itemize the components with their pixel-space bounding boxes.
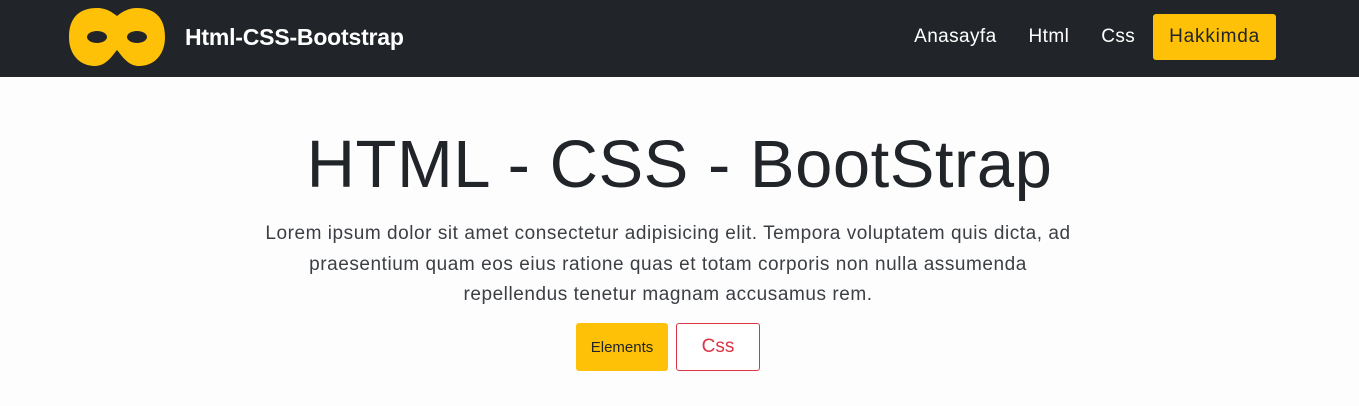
nav-link-html[interactable]: Html [1013,14,1086,60]
mask-icon [69,8,165,66]
elements-button[interactable]: Elements [576,323,668,371]
nav-link-css[interactable]: Css [1085,14,1151,60]
hero-buttons: Elements Css [576,323,760,371]
nav-link-anasayfa[interactable]: Anasayfa [898,14,1012,60]
nav-links: Anasayfa Html Css Hakkimda [898,14,1276,60]
navbar: Html-CSS-Bootstrap Anasayfa Html Css Hak… [0,0,1359,77]
navbar-brand[interactable]: Html-CSS-Bootstrap [67,6,404,68]
hero-section: HTML - CSS - BootStrap Lorem ipsum dolor… [0,77,1359,406]
hero-lead-text: Lorem ipsum dolor sit amet consectetur a… [265,223,1071,305]
css-button[interactable]: Css [676,323,760,371]
brand-title: Html-CSS-Bootstrap [185,23,404,50]
hero-title: HTML - CSS - BootStrap [306,127,1053,202]
nav-link-hakkimda[interactable]: Hakkimda [1153,14,1276,60]
